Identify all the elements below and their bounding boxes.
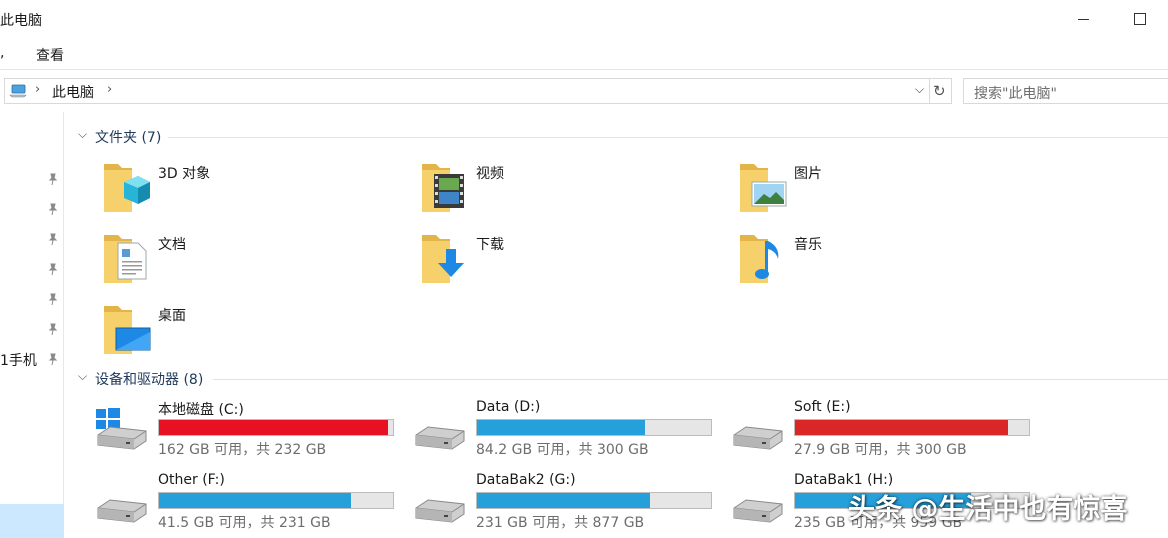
folder-name: 文档 xyxy=(158,237,186,253)
drive-f[interactable]: Other (F:) 41.5 GB 可用，共 231 GB xyxy=(96,472,396,538)
pin-icon[interactable] xyxy=(46,292,60,306)
watermark-text: 头条 @生活中也有惊喜 xyxy=(848,494,1128,525)
folder-name: 音乐 xyxy=(794,237,822,253)
drive-space-info: 162 GB 可用，共 232 GB xyxy=(158,442,327,458)
folder-downloads[interactable]: 下载 xyxy=(420,231,720,291)
navigation-pane: 1手机 xyxy=(0,112,64,538)
folder-videos[interactable]: 视频 xyxy=(420,160,720,220)
drive-g[interactable]: DataBak2 (G:) 231 GB 可用，共 877 GB xyxy=(414,472,714,538)
drive-name: DataBak1 (H:) xyxy=(794,472,894,488)
chevron-down-icon[interactable]: ⌵ xyxy=(78,127,87,142)
chevron-down-icon[interactable]: ⌵ xyxy=(915,82,924,97)
folder-music[interactable]: 音乐 xyxy=(738,231,1038,291)
drive-name: Soft (E:) xyxy=(794,399,851,415)
drive-usage-fill xyxy=(477,493,651,508)
drive-d[interactable]: Data (D:) 84.2 GB 可用，共 300 GB xyxy=(414,399,714,465)
pin-icon[interactable] xyxy=(46,352,60,366)
chevron-right-icon[interactable]: › xyxy=(35,82,40,97)
drive-c[interactable]: 本地磁盘 (C:) 162 GB 可用，共 232 GB xyxy=(96,399,396,465)
search-placeholder: 搜索"此电脑" xyxy=(974,86,1057,102)
drive-usage-bar xyxy=(794,419,1030,436)
drive-usage-bar xyxy=(158,419,394,436)
drive-name: Other (F:) xyxy=(158,472,225,488)
music-folder-icon xyxy=(740,235,779,283)
refresh-button[interactable]: ↻ xyxy=(930,78,952,104)
drive-usage-fill xyxy=(795,420,1008,435)
pin-icon[interactable] xyxy=(46,322,60,336)
sidebar-item-phone[interactable]: 1手机 xyxy=(0,350,37,370)
desktop-folder-icon xyxy=(104,306,151,354)
ribbon-tab-view[interactable]: 查看 xyxy=(36,45,64,65)
pin-icon[interactable] xyxy=(46,172,60,186)
minimize-button[interactable] xyxy=(1072,8,1096,30)
folders-section-header[interactable]: ⌵ 文件夹 (7) xyxy=(78,127,1168,147)
drive-space-info: 231 GB 可用，共 877 GB xyxy=(476,515,645,531)
sidebar-item-this-pc-selected[interactable] xyxy=(0,504,64,538)
drive-icon xyxy=(97,499,147,523)
drive-name: Data (D:) xyxy=(476,399,541,415)
drive-icon xyxy=(733,426,783,450)
folder-desktop[interactable]: 桌面 xyxy=(102,302,402,362)
address-bar[interactable]: › 此电脑 › ⌵ xyxy=(4,78,930,104)
ribbon-tab-cut[interactable]: , xyxy=(0,45,4,61)
maximize-button[interactable] xyxy=(1128,8,1152,30)
folder-name: 下载 xyxy=(476,237,504,253)
drive-usage-fill xyxy=(159,493,351,508)
folder-3d-objects[interactable]: 3D 对象 xyxy=(102,160,402,220)
drive-icon xyxy=(415,499,465,523)
folder-name: 图片 xyxy=(794,166,822,182)
drive-icon xyxy=(415,426,465,450)
3d-objects-folder-icon xyxy=(104,164,150,212)
chevron-right-icon[interactable]: › xyxy=(107,82,112,97)
ribbon-menu: , 查看 xyxy=(0,38,1168,70)
drive-space-info: 84.2 GB 可用，共 300 GB xyxy=(476,442,649,458)
pin-icon[interactable] xyxy=(46,262,60,276)
drive-usage-bar xyxy=(476,419,712,436)
section-divider xyxy=(213,379,1168,380)
drive-usage-bar xyxy=(158,492,394,509)
pin-icon[interactable] xyxy=(46,232,60,246)
drive-name: 本地磁盘 (C:) xyxy=(158,402,244,418)
drive-usage-fill xyxy=(159,420,389,435)
folders-section-label: 文件夹 (7) xyxy=(95,130,162,146)
title-bar: 此电脑 xyxy=(0,0,1168,38)
videos-folder-icon xyxy=(422,164,464,212)
folder-name: 桌面 xyxy=(158,308,186,324)
drive-space-info: 41.5 GB 可用，共 231 GB xyxy=(158,515,331,531)
drive-space-info: 27.9 GB 可用，共 300 GB xyxy=(794,442,967,458)
breadcrumb-this-pc[interactable]: 此电脑 xyxy=(52,82,94,102)
folder-pictures[interactable]: 图片 xyxy=(738,160,1038,220)
folder-name: 3D 对象 xyxy=(158,166,211,182)
drive-e[interactable]: Soft (E:) 27.9 GB 可用，共 300 GB xyxy=(732,399,1032,465)
folder-name: 视频 xyxy=(476,166,504,182)
pictures-folder-icon xyxy=(740,164,787,212)
downloads-folder-icon xyxy=(422,235,464,283)
drives-section-label: 设备和驱动器 (8) xyxy=(95,372,204,388)
drives-section-header[interactable]: ⌵ 设备和驱动器 (8) xyxy=(78,369,1168,389)
drive-name: DataBak2 (G:) xyxy=(476,472,576,488)
documents-folder-icon xyxy=(104,235,147,283)
pin-icon[interactable] xyxy=(46,202,60,216)
windows-drive-icon xyxy=(96,408,147,450)
search-input[interactable]: 搜索"此电脑" xyxy=(963,78,1168,104)
section-divider xyxy=(168,137,1168,138)
folder-documents[interactable]: 文档 xyxy=(102,231,402,291)
refresh-icon: ↻ xyxy=(933,82,946,100)
window-title: 此电脑 xyxy=(0,13,42,29)
drive-usage-bar xyxy=(476,492,712,509)
this-pc-icon xyxy=(9,84,27,98)
drive-icon xyxy=(733,499,783,523)
drive-usage-fill xyxy=(477,420,646,435)
chevron-down-icon[interactable]: ⌵ xyxy=(78,369,87,384)
